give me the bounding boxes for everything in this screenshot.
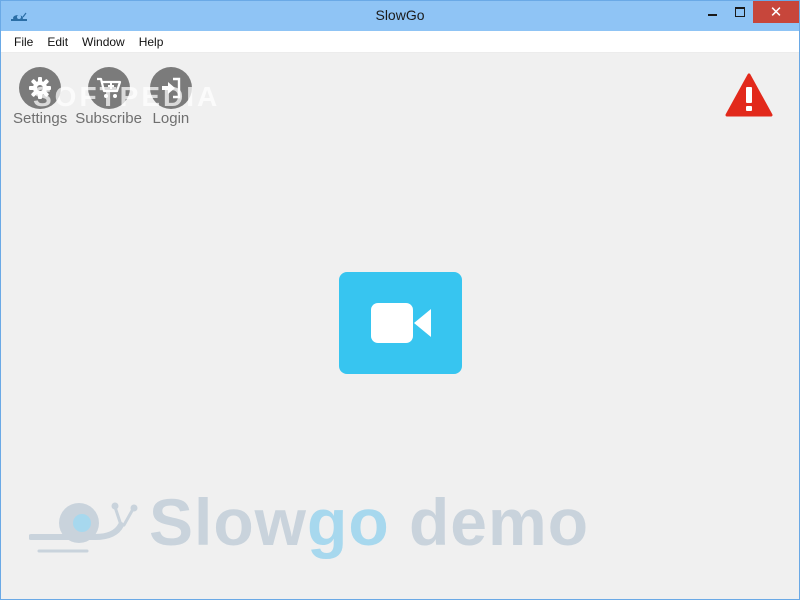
window-title: SlowGo [375,7,425,23]
settings-label: Settings [13,110,68,127]
login-button[interactable]: Login [149,67,192,127]
menu-window[interactable]: Window [75,35,132,49]
warning-triangle-icon[interactable] [725,73,773,117]
gear-icon [29,77,52,99]
menu-bar: File Edit Window Help [1,31,799,53]
close-icon: ✕ [769,3,783,21]
login-label: Login [152,110,190,127]
minimize-button[interactable] [699,1,726,23]
menu-edit[interactable]: Edit [40,35,75,49]
subscribe-label: Subscribe [75,110,142,127]
snail-logo-icon [29,502,138,553]
logo-text-slow: Slow [149,485,308,559]
subscribe-button[interactable]: Subscribe [75,67,142,127]
subscribe-icon-circle [87,67,130,109]
minimize-icon [708,14,717,16]
login-icon-circle [149,67,192,109]
toolbar: Settings Subscribe Login [13,67,200,127]
close-button[interactable]: ✕ [753,1,799,23]
menu-help[interactable]: Help [132,35,171,49]
maximize-icon [734,7,745,17]
logo-text-demo: demo [389,485,590,559]
menu-file[interactable]: File [7,35,40,49]
settings-button[interactable]: Settings [13,67,67,127]
window-controls: ✕ [699,1,799,23]
main-content: Settings Subscribe Login SOFTPEDIA Slowg… [1,53,799,599]
slowgo-demo-logo: Slowgo demo [29,487,589,557]
start-video-button[interactable] [339,272,462,374]
app-window: SlowGo ✕ File Edit Window Help Settings … [0,0,800,600]
title-bar[interactable]: SlowGo ✕ [1,1,799,31]
logo-text-go: go [307,485,390,559]
logo-text: Slowgo demo [149,489,589,555]
sign-in-icon [161,77,181,99]
video-camera-icon [370,303,431,343]
cart-plus-icon [96,77,121,98]
maximize-button[interactable] [726,1,753,23]
settings-icon-circle [19,67,62,109]
